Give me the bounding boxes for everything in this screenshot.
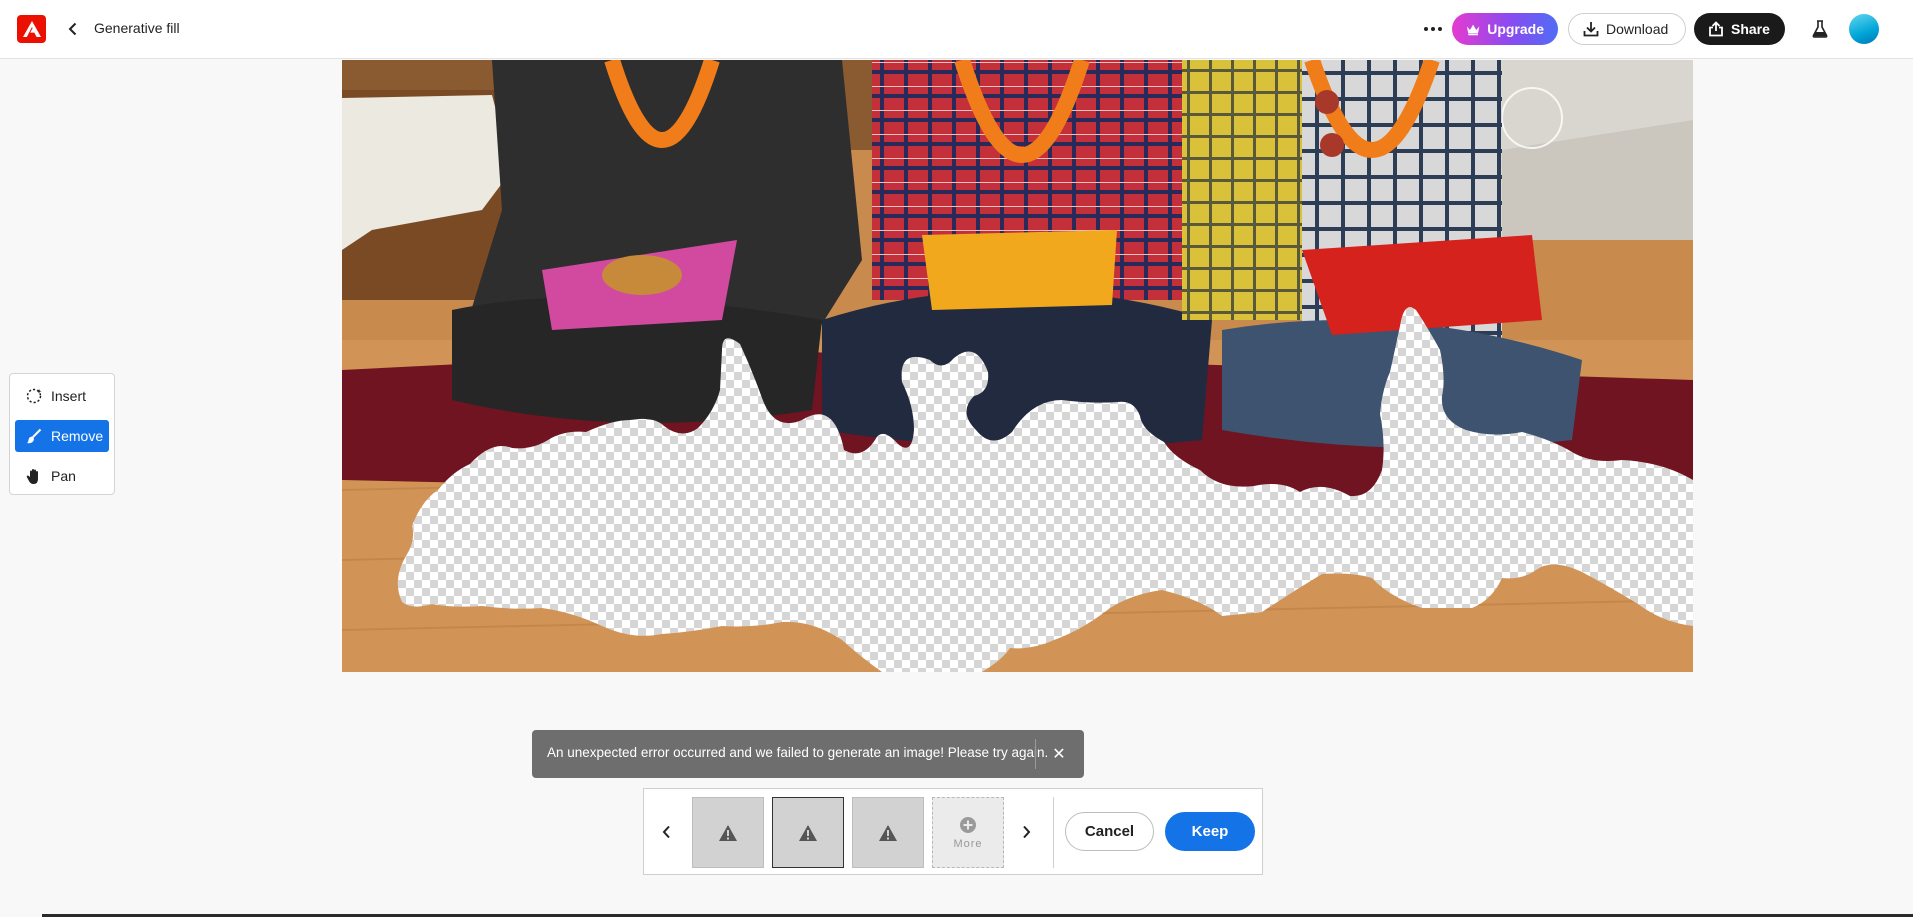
image-canvas[interactable] — [342, 60, 1693, 672]
page-title: Generative fill — [94, 20, 180, 36]
download-label: Download — [1606, 21, 1669, 37]
keep-button[interactable]: Keep — [1165, 812, 1255, 851]
more-variations-button[interactable]: More — [932, 797, 1004, 868]
upgrade-button[interactable]: Upgrade — [1452, 13, 1558, 45]
variation-thumbnail-1[interactable] — [692, 797, 764, 868]
previous-chevron-icon[interactable] — [655, 819, 677, 845]
tool-insert-label: Insert — [51, 388, 87, 404]
tool-panel: Insert Remove Pan — [9, 373, 115, 495]
more-label: More — [953, 837, 983, 850]
labs-flask-icon[interactable] — [1808, 17, 1832, 41]
next-chevron-icon[interactable] — [1015, 819, 1037, 845]
close-icon[interactable]: ✕ — [1048, 743, 1070, 765]
share-button[interactable]: Share — [1694, 13, 1785, 45]
warning-icon — [719, 824, 737, 841]
upgrade-label: Upgrade — [1487, 21, 1544, 37]
download-icon — [1583, 22, 1599, 37]
user-avatar[interactable] — [1849, 14, 1879, 44]
insert-dashed-circle-icon — [26, 388, 42, 404]
variation-thumbnail-2[interactable] — [772, 797, 844, 868]
back-chevron-icon[interactable] — [62, 18, 84, 40]
cancel-button[interactable]: Cancel — [1065, 812, 1154, 851]
variation-thumbnail-3[interactable] — [852, 797, 924, 868]
variations-bar: More Cancel Keep — [643, 788, 1263, 875]
pan-hand-icon — [26, 468, 38, 484]
tool-insert[interactable]: Insert — [15, 380, 109, 412]
more-options-icon[interactable] — [1420, 17, 1446, 41]
remove-brush-icon — [26, 428, 42, 444]
edited-photo — [342, 60, 1693, 672]
toast-divider — [1035, 739, 1036, 769]
tool-remove-label: Remove — [51, 428, 104, 444]
tool-remove[interactable]: Remove — [15, 420, 109, 452]
warning-icon — [799, 824, 817, 841]
error-message: An unexpected error occurred and we fail… — [547, 745, 1049, 760]
error-toast: An unexpected error occurred and we fail… — [532, 730, 1084, 778]
download-button[interactable]: Download — [1568, 13, 1686, 45]
share-icon — [1709, 21, 1723, 37]
warning-icon — [879, 824, 897, 841]
share-label: Share — [1731, 21, 1770, 37]
variations-divider — [1053, 797, 1054, 868]
plus-circle-icon — [960, 816, 976, 833]
top-bar: Generative fill Upgrade Download Share — [0, 0, 1913, 59]
tool-pan-label: Pan — [51, 468, 76, 484]
crown-icon — [1466, 24, 1480, 35]
adobe-logo-icon[interactable] — [17, 15, 46, 43]
tool-pan[interactable]: Pan — [15, 460, 109, 492]
